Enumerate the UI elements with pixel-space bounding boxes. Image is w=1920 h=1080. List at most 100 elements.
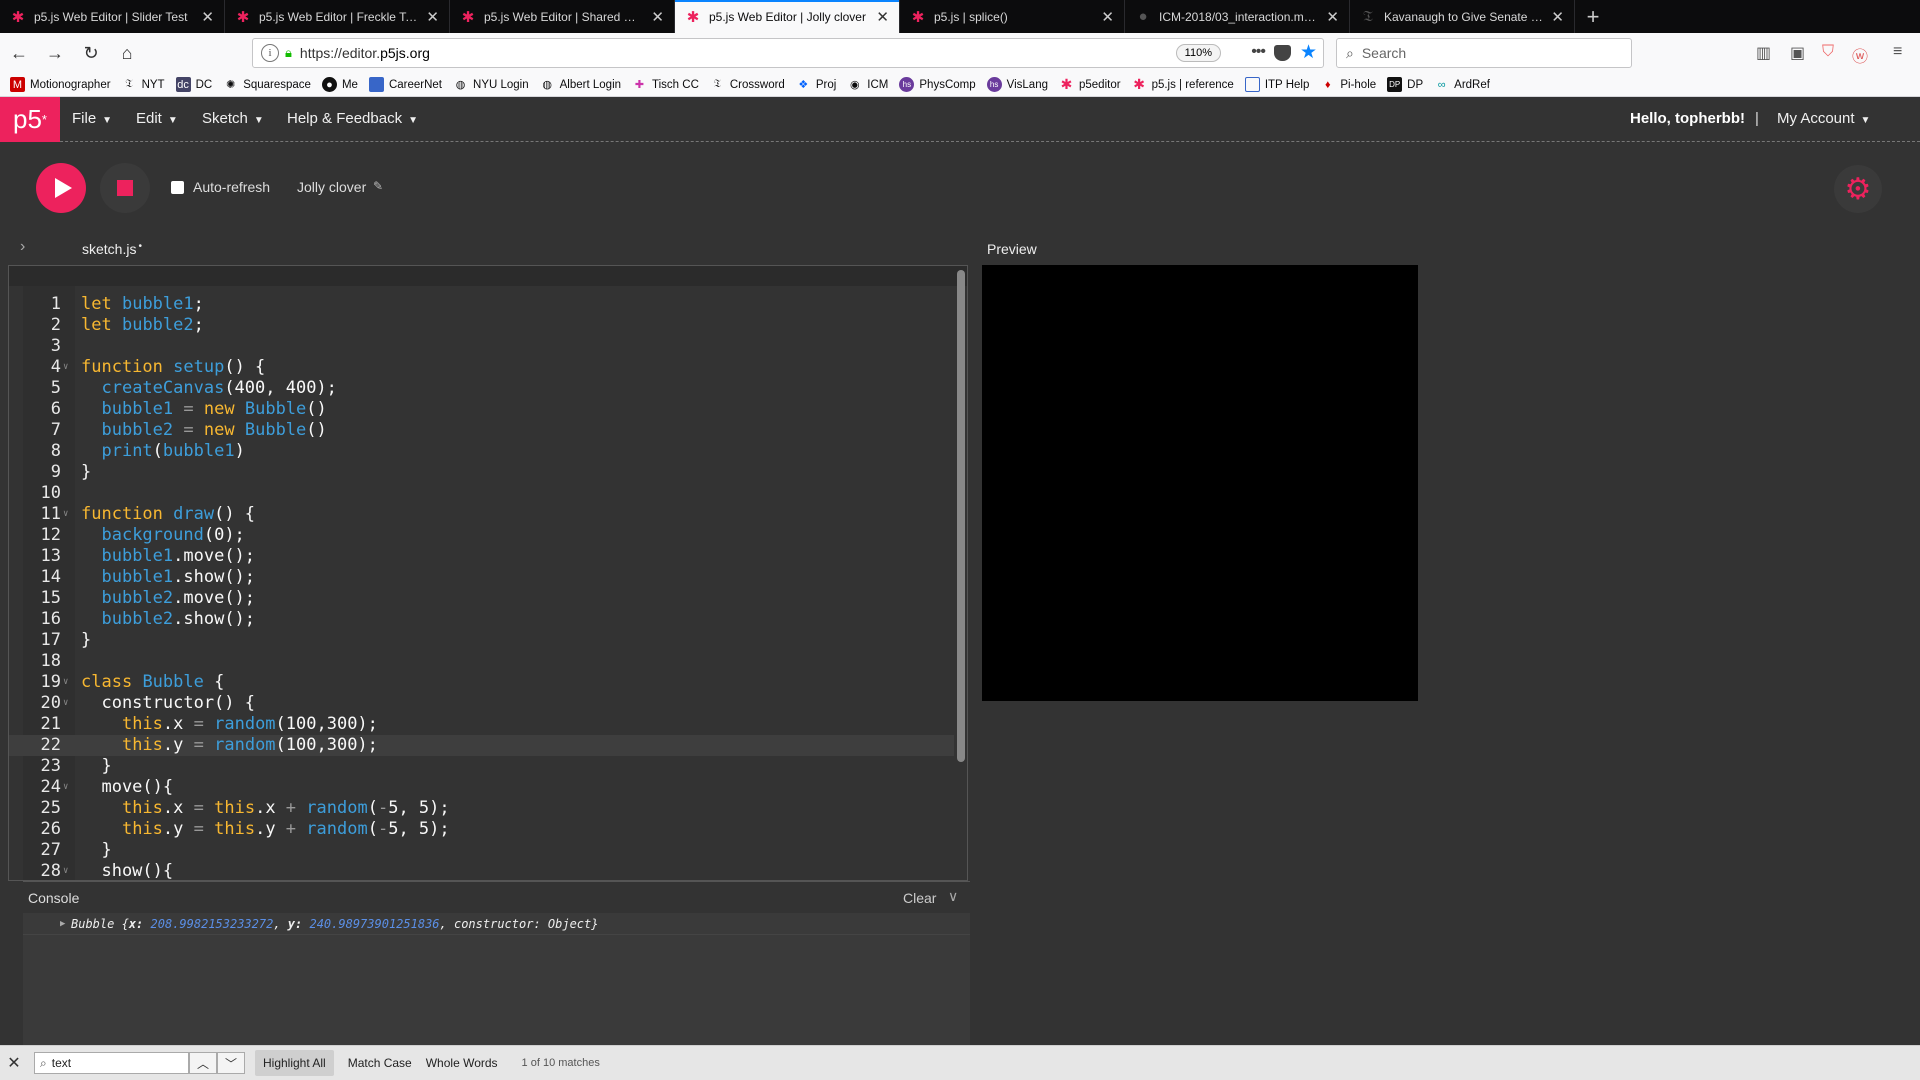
- code-line[interactable]: 24 ∨ move(){: [9, 777, 954, 798]
- auto-refresh-toggle[interactable]: Auto-refresh: [171, 179, 270, 195]
- browser-tab[interactable]: ✱ p5.js Web Editor | Slider Test ✕: [0, 0, 225, 33]
- bookmark-item[interactable]: ◍ NYU Login: [453, 77, 529, 92]
- bookmark-item[interactable]: ITP Help: [1244, 77, 1309, 92]
- menu-file[interactable]: File ▼: [72, 110, 112, 127]
- code-line[interactable]: 3: [9, 336, 954, 357]
- bookmark-item[interactable]: ◍ Albert Login: [540, 77, 621, 92]
- sidebar-icon[interactable]: ▣: [1790, 43, 1805, 63]
- bookmark-item[interactable]: 𝔗 NYT: [122, 77, 164, 92]
- settings-button[interactable]: ⚙: [1834, 165, 1882, 213]
- code-line[interactable]: 1 let bubble1;: [9, 294, 954, 315]
- close-tab-icon[interactable]: ✕: [201, 8, 214, 26]
- code-line[interactable]: 19 ∨ class Bubble {: [9, 672, 954, 693]
- account-menu[interactable]: My Account ▼: [1777, 110, 1870, 127]
- new-tab-button[interactable]: +: [1575, 0, 1611, 33]
- bookmark-item[interactable]: ✺ Squarespace: [223, 77, 311, 92]
- code-line[interactable]: 15 bubble2.move();: [9, 588, 954, 609]
- home-button[interactable]: ⌂: [110, 38, 144, 68]
- code-line[interactable]: 26 this.y = this.y + random(-5, 5);: [9, 819, 954, 840]
- browser-tab[interactable]: ● ICM-2018/03_interaction.md at ✕: [1125, 0, 1350, 33]
- code-line[interactable]: 5 createCanvas(400, 400);: [9, 378, 954, 399]
- bookmark-item[interactable]: ❖ Proj: [796, 77, 836, 92]
- bookmark-item[interactable]: ◉ ICM: [847, 77, 888, 92]
- code-line[interactable]: 18: [9, 651, 954, 672]
- code-line[interactable]: 25 this.x = this.x + random(-5, 5);: [9, 798, 954, 819]
- bookmark-star-icon[interactable]: ★: [1300, 41, 1317, 64]
- bookmark-item[interactable]: ✱ p5.js | reference: [1132, 76, 1234, 92]
- pencil-icon[interactable]: ✎: [373, 179, 383, 193]
- match-case-toggle[interactable]: Match Case: [348, 1056, 412, 1070]
- bookmark-item[interactable]: ✚ Tisch CC: [632, 77, 699, 92]
- url-bar[interactable]: i 🔒︎ https://editor.p5js.org 110% ••• ★: [252, 38, 1324, 68]
- bookmark-item[interactable]: CareerNet: [368, 77, 442, 92]
- play-button[interactable]: [36, 163, 86, 213]
- bookmark-item[interactable]: ✱ p5editor: [1059, 76, 1121, 92]
- code-line[interactable]: 28 ∨ show(){: [9, 861, 954, 880]
- forward-button[interactable]: →: [38, 38, 72, 68]
- back-button[interactable]: ←: [2, 38, 36, 68]
- menu-edit[interactable]: Edit ▼: [136, 110, 178, 127]
- code-line[interactable]: 9}: [9, 462, 954, 483]
- close-tab-icon[interactable]: ✕: [651, 8, 664, 26]
- fold-arrow-icon[interactable]: ∨: [63, 672, 71, 693]
- browser-tab[interactable]: ✱ p5.js Web Editor | Freckle Test ✕: [225, 0, 450, 33]
- search-input[interactable]: ⌕ Search: [1336, 38, 1632, 68]
- shield-icon[interactable]: ⛉: [1822, 43, 1834, 61]
- bookmark-item[interactable]: ∞ ArdRef: [1434, 77, 1490, 92]
- close-tab-icon[interactable]: ✕: [426, 8, 439, 26]
- browser-tab[interactable]: 𝔗 Kavanaugh to Give Senate Cale ✕: [1350, 0, 1575, 33]
- close-tab-icon[interactable]: ✕: [1326, 8, 1339, 26]
- find-previous-button[interactable]: ︿: [189, 1052, 217, 1074]
- close-tab-icon[interactable]: ✕: [1551, 8, 1564, 26]
- whole-words-toggle[interactable]: Whole Words: [426, 1056, 498, 1070]
- fold-arrow-icon[interactable]: ∨: [63, 504, 71, 525]
- fold-arrow-icon[interactable]: ∨: [63, 693, 71, 714]
- stop-button[interactable]: [100, 163, 150, 213]
- find-next-button[interactable]: ﹀: [217, 1052, 245, 1074]
- browser-tab-active[interactable]: ✱ p5.js Web Editor | Jolly clover ✕: [675, 0, 900, 33]
- pocket-icon[interactable]: [1274, 45, 1291, 61]
- close-find-icon[interactable]: ✕: [0, 1053, 28, 1073]
- code-line[interactable]: 23 }: [9, 756, 954, 777]
- extension-icon[interactable]: ⓦ: [1852, 43, 1868, 67]
- chevron-down-icon[interactable]: ∨: [948, 888, 958, 905]
- preview-canvas[interactable]: [982, 265, 1418, 701]
- fold-arrow-icon[interactable]: ∨: [63, 861, 71, 880]
- code-line[interactable]: 13 bubble1.move();: [9, 546, 954, 567]
- code-line[interactable]: 17}: [9, 630, 954, 651]
- code-line[interactable]: 4 ∨ function setup() {: [9, 357, 954, 378]
- info-icon[interactable]: i: [261, 44, 279, 62]
- console-clear-button[interactable]: Clear: [903, 890, 936, 906]
- bookmark-item[interactable]: ● Me: [321, 77, 358, 92]
- highlight-all-toggle[interactable]: Highlight All: [255, 1050, 334, 1076]
- fold-arrow-icon[interactable]: ∨: [63, 357, 71, 378]
- close-tab-icon[interactable]: ✕: [876, 8, 889, 26]
- find-input[interactable]: ⌕ text: [34, 1052, 189, 1074]
- code-line[interactable]: 6 bubble1 = new Bubble(): [9, 399, 954, 420]
- code-line[interactable]: 12 background(0);: [9, 525, 954, 546]
- code-line[interactable]: 2 let bubble2;: [9, 315, 954, 336]
- code-editor[interactable]: 1 let bubble1; 2 let bubble2; 3 4 ∨ function…: [8, 265, 968, 881]
- code-line[interactable]: 11 ∨ function draw() {: [9, 504, 954, 525]
- sidebar-expand-icon[interactable]: ›: [20, 238, 25, 256]
- bookmark-item[interactable]: M Motionographer: [10, 77, 111, 92]
- reload-button[interactable]: ↻: [74, 38, 108, 68]
- lock-icon[interactable]: 🔒︎: [285, 45, 292, 61]
- bookmark-item[interactable]: hs VisLang: [986, 77, 1048, 92]
- bookmark-item[interactable]: ♦ Pi-hole: [1320, 77, 1376, 92]
- more-actions-icon[interactable]: •••: [1251, 43, 1266, 61]
- bookmark-item[interactable]: dc DC: [175, 77, 212, 92]
- code-line[interactable]: 27 }: [9, 840, 954, 861]
- close-tab-icon[interactable]: ✕: [1101, 8, 1114, 26]
- hamburger-menu-icon[interactable]: ≡: [1893, 43, 1902, 61]
- code-line[interactable]: 21 this.x = random(100,300);: [9, 714, 954, 735]
- code-line[interactable]: 14 bubble1.show();: [9, 567, 954, 588]
- code-line[interactable]: 10: [9, 483, 954, 504]
- code-line[interactable]: 16 bubble2.show();: [9, 609, 954, 630]
- browser-tab[interactable]: ✱ p5.js | splice() ✕: [900, 0, 1125, 33]
- fold-arrow-icon[interactable]: ∨: [63, 777, 71, 798]
- code-line-active[interactable]: 22 this.y = random(100,300);: [9, 735, 954, 756]
- expand-triangle-icon[interactable]: ▶: [60, 913, 65, 935]
- menu-sketch[interactable]: Sketch ▼: [202, 110, 264, 127]
- code-line[interactable]: 8 print(bubble1): [9, 441, 954, 462]
